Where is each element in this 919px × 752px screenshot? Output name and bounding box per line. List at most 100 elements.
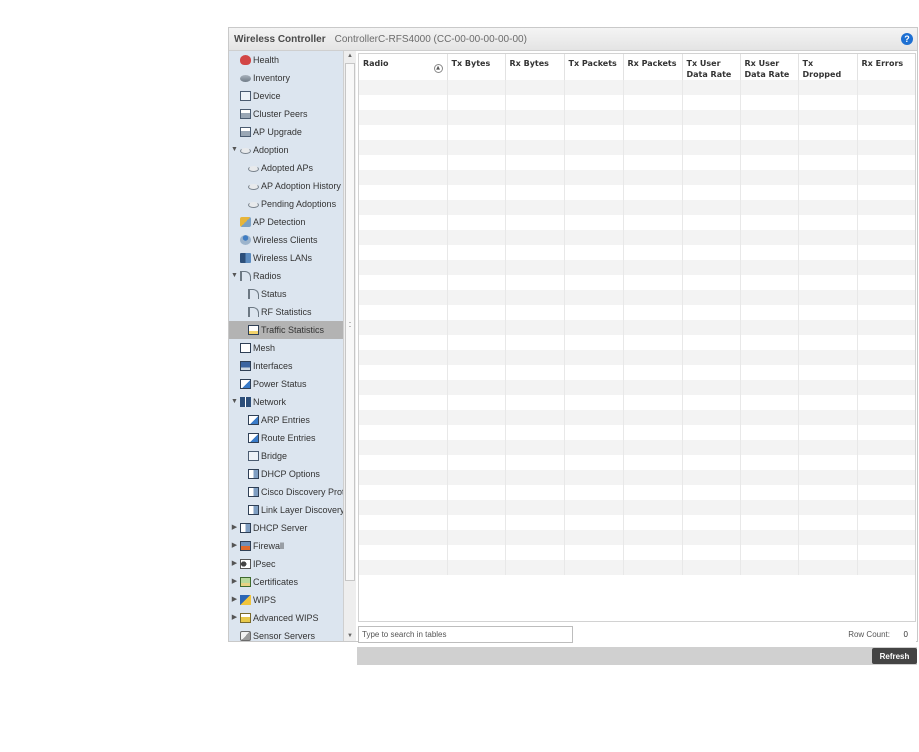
scroll-thumb[interactable] — [345, 63, 355, 581]
table-cell — [682, 230, 741, 245]
sidebar-item-label: Health — [253, 55, 280, 65]
table-cell — [359, 530, 448, 545]
sidebar-item-label: RF Statistics — [261, 307, 312, 317]
sidebar-item-route-entries[interactable]: Route Entries — [229, 429, 355, 447]
sidebar-item-wips[interactable]: ▶ WIPS — [229, 591, 355, 609]
table-cell — [359, 140, 448, 155]
sidebar-item-status[interactable]: Status — [229, 285, 355, 303]
table-cell — [682, 245, 741, 260]
table-cell — [359, 335, 448, 350]
sidebar-item-advanced-wips[interactable]: ▶ Advanced WIPS — [229, 609, 355, 627]
table-cell — [857, 185, 915, 200]
sidebar-item-radios[interactable]: ▼ Radios — [229, 267, 355, 285]
table-cell — [505, 380, 565, 395]
table-cell — [798, 500, 858, 515]
table-cell — [857, 140, 915, 155]
table-cell — [359, 515, 448, 530]
sidebar-item-power-status[interactable]: Power Status — [229, 375, 355, 393]
table-cell — [740, 395, 799, 410]
table-row — [359, 545, 915, 560]
column-header-rx-user-data-rate[interactable]: Rx User Data Rate — [740, 54, 799, 80]
table-cell — [857, 530, 915, 545]
sidebar-item-ap-adoption-history[interactable]: AP Adoption History — [229, 177, 355, 195]
scroll-up-icon[interactable]: ▲ — [344, 51, 356, 61]
help-icon[interactable]: ? — [901, 33, 913, 45]
sidebar-item-sensor-servers[interactable]: Sensor Servers — [229, 627, 355, 641]
column-header-tx-bytes[interactable]: Tx Bytes — [447, 54, 506, 80]
table-cell — [857, 275, 915, 290]
table-cell — [740, 260, 799, 275]
table-cell — [740, 215, 799, 230]
access-point-icon — [248, 202, 259, 208]
sidebar-item-pending-adoptions[interactable]: Pending Adoptions — [229, 195, 355, 213]
refresh-button[interactable]: Refresh — [872, 648, 917, 664]
table-cell — [447, 395, 506, 410]
collapse-arrow-icon[interactable]: ▼ — [231, 393, 238, 411]
sidebar-item-link-layer-discovery[interactable]: Link Layer Discovery — [229, 501, 355, 519]
expand-arrow-icon[interactable]: ▶ — [231, 609, 238, 627]
sidebar-item-ap-upgrade[interactable]: AP Upgrade — [229, 123, 355, 141]
column-header-rx-errors[interactable]: Rx Errors — [857, 54, 915, 80]
column-header-label: Tx Packets — [568, 59, 617, 68]
expand-arrow-icon[interactable]: ▶ — [231, 555, 238, 573]
sidebar-item-health[interactable]: Health — [229, 51, 355, 69]
table-cell — [623, 380, 683, 395]
table-cell — [682, 440, 741, 455]
sidebar-item-bridge[interactable]: Bridge — [229, 447, 355, 465]
table-cell — [447, 365, 506, 380]
expand-arrow-icon[interactable]: ▶ — [231, 537, 238, 555]
table-cell — [798, 395, 858, 410]
table-cell — [447, 320, 506, 335]
table-row — [359, 125, 915, 140]
column-header-rx-packets[interactable]: Rx Packets — [623, 54, 683, 80]
sidebar-item-firewall[interactable]: ▶ Firewall — [229, 537, 355, 555]
column-header-tx-packets[interactable]: Tx Packets — [564, 54, 624, 80]
sidebar-item-label: Sensor Servers — [253, 631, 316, 641]
sidebar-item-dhcp-server[interactable]: ▶ DHCP Server — [229, 519, 355, 537]
sidebar-item-network[interactable]: ▼ Network — [229, 393, 355, 411]
table-cell — [447, 305, 506, 320]
table-cell — [359, 500, 448, 515]
monitor-icon — [240, 361, 251, 371]
table-row — [359, 320, 915, 335]
sidebar-item-adopted-aps[interactable]: Adopted APs — [229, 159, 355, 177]
column-header-radio[interactable]: ▲ Radio — [359, 54, 448, 80]
sidebar-item-ap-detection[interactable]: AP Detection — [229, 213, 355, 231]
scroll-down-icon[interactable]: ▼ — [344, 631, 356, 641]
table-row — [359, 485, 915, 500]
collapse-arrow-icon[interactable]: ▼ — [231, 267, 238, 285]
sidebar-item-dhcp-options[interactable]: DHCP Options — [229, 465, 355, 483]
sidebar-item-interfaces[interactable]: Interfaces — [229, 357, 355, 375]
sidebar-item-ipsec[interactable]: ▶ IPsec — [229, 555, 355, 573]
column-header-tx-dropped[interactable]: Tx Dropped — [798, 54, 858, 80]
sidebar-item-adoption[interactable]: ▼ Adoption — [229, 141, 355, 159]
table-cell — [505, 185, 565, 200]
sidebar-item-wireless-lans[interactable]: Wireless LANs — [229, 249, 355, 267]
sidebar-item-inventory[interactable]: Inventory — [229, 69, 355, 87]
table-cell — [447, 215, 506, 230]
sidebar-item-wireless-clients[interactable]: Wireless Clients — [229, 231, 355, 249]
sidebar-item-arp-entries[interactable]: ARP Entries — [229, 411, 355, 429]
expand-arrow-icon[interactable]: ▶ — [231, 591, 238, 609]
sidebar-item-label: ARP Entries — [261, 415, 310, 425]
search-input[interactable] — [358, 626, 573, 643]
sidebar-item-cisco-discovery-prot[interactable]: Cisco Discovery Prot — [229, 483, 355, 501]
expand-arrow-icon[interactable]: ▶ — [231, 573, 238, 591]
column-header-tx-user-data-rate[interactable]: Tx User Data Rate — [682, 54, 741, 80]
expand-arrow-icon[interactable]: ▶ — [231, 519, 238, 537]
table-cell — [359, 485, 448, 500]
sort-icon[interactable]: ▲ — [433, 64, 443, 73]
sidebar-item-cluster-peers[interactable]: Cluster Peers — [229, 105, 355, 123]
collapse-arrow-icon[interactable]: ▼ — [231, 141, 238, 159]
sidebar-item-mesh[interactable]: Mesh — [229, 339, 355, 357]
traffic-statistics-table: ▲ Radio Tx Bytes Rx Bytes Tx Packets Rx Packe… — [358, 53, 916, 622]
table-cell — [359, 260, 448, 275]
sidebar-scrollbar[interactable]: ▲ ▼ — [343, 51, 356, 641]
sidebar-item-device[interactable]: Device — [229, 87, 355, 105]
column-header-rx-bytes[interactable]: Rx Bytes — [505, 54, 565, 80]
sidebar-item-traffic-statistics[interactable]: Traffic Statistics — [229, 321, 355, 339]
sidebar-item-rf-statistics[interactable]: RF Statistics — [229, 303, 355, 321]
table-cell — [447, 140, 506, 155]
sidebar-item-certificates[interactable]: ▶ Certificates — [229, 573, 355, 591]
header-bar: Wireless Controller ControllerC-RFS4000 … — [229, 28, 917, 51]
